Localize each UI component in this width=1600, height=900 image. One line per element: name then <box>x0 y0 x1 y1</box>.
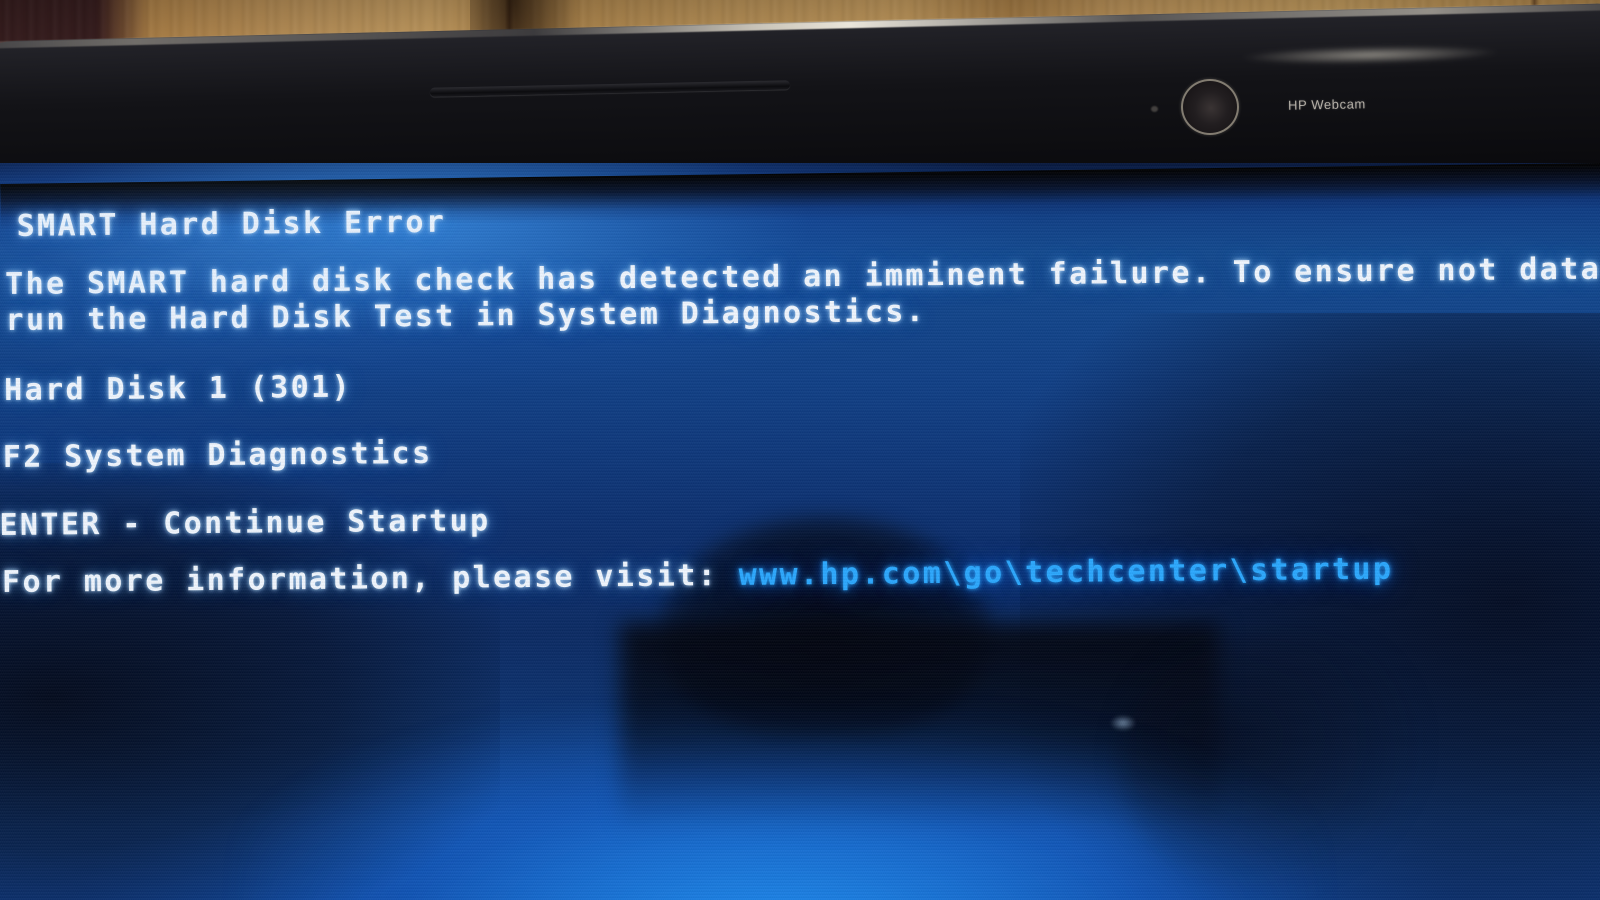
error-title: SMART Hard Disk Error <box>16 204 447 244</box>
camera-lens-icon <box>1181 79 1239 135</box>
lens-flare-speck <box>1110 715 1136 731</box>
bios-text-block: SMART Hard Disk Error The SMART hard dis… <box>0 163 1600 900</box>
option-f2-system-diagnostics[interactable]: F2 System Diagnostics <box>3 436 433 475</box>
camera-indicator-dot <box>1151 106 1158 112</box>
more-information-line: For more information, please visit: www.… <box>2 552 1394 600</box>
bios-error-screen: SMART Hard Disk Error The SMART hard dis… <box>0 163 1600 900</box>
more-information-label: For more information, please visit: <box>1 558 719 600</box>
laptop-screen-photo: HP Webcam SMART Hard Disk Error The SMAR… <box>0 0 1600 900</box>
support-url-link[interactable]: www.hp.com\go\techcenter\startup <box>738 552 1393 593</box>
error-message-line-1: The SMART hard disk check has detected a… <box>4 250 1600 302</box>
device-identifier: Hard Disk 1 (301) <box>4 369 353 408</box>
option-enter-continue-startup[interactable]: ENTER - Continue Startup <box>0 503 491 543</box>
error-message-line-2: run the Hard Disk Test in System Diagnos… <box>5 294 927 338</box>
webcam-label: HP Webcam <box>1287 96 1367 113</box>
